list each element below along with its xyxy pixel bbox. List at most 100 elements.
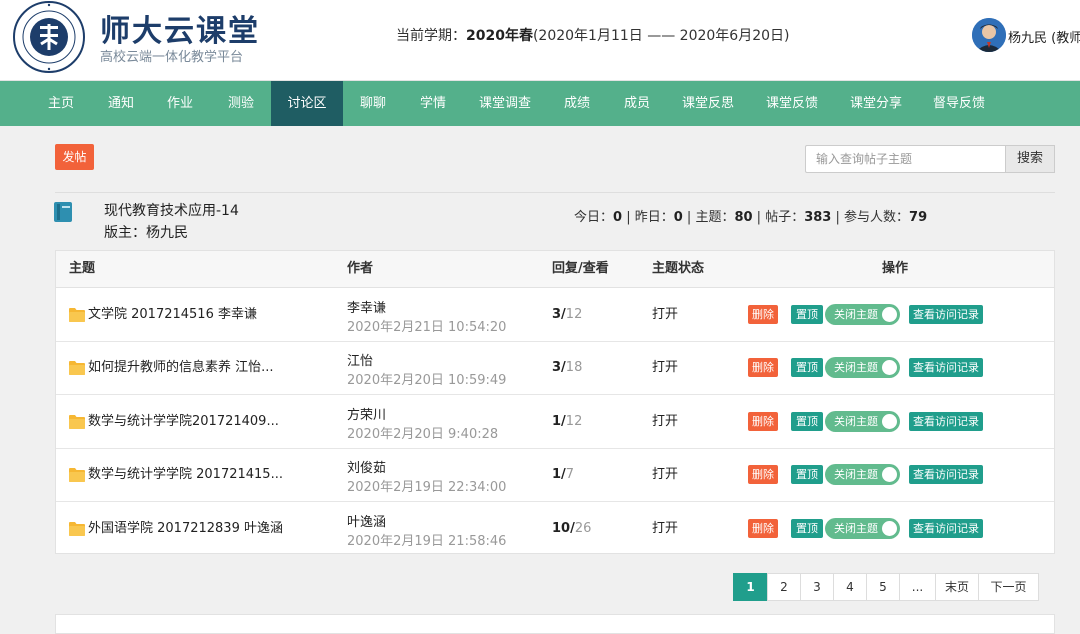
- topic-table: 主题 作者 回复/查看 主题状态 操作 文学院 2017214516 李幸谦 李幸…: [55, 250, 1055, 554]
- topic-status: 打开: [652, 520, 679, 536]
- next-page-button[interactable]: 下一页: [978, 573, 1039, 601]
- nav-notices[interactable]: 通知: [100, 81, 142, 126]
- page-4-button[interactable]: 4: [833, 573, 867, 601]
- delete-button[interactable]: 删除: [748, 358, 778, 378]
- reply-count: 1: [552, 413, 562, 429]
- post-time: 2020年2月19日 21:58:46: [347, 533, 507, 549]
- search-button[interactable]: 搜索: [1005, 145, 1055, 173]
- topic-title-link[interactable]: 文学院 2017214516 李幸谦: [88, 288, 257, 341]
- topic-title-link[interactable]: 如何提升教师的信息素养 江怡...: [88, 341, 274, 394]
- university-seal-logo: [13, 1, 85, 73]
- nav-class-share[interactable]: 课堂分享: [845, 81, 907, 126]
- author-name: 李幸谦: [347, 301, 387, 316]
- header-status: 主题状态: [652, 261, 705, 276]
- pagination: 1 2 3 4 5... 末页 下一页: [733, 573, 1039, 601]
- nav-members[interactable]: 成员: [616, 81, 658, 126]
- pin-button[interactable]: 置顶: [791, 358, 823, 378]
- reply-count: 3: [552, 307, 562, 322]
- topic-status: 打开: [652, 307, 679, 322]
- page-1-button[interactable]: 1: [733, 573, 768, 601]
- forum-moderator: 版主：杨九民: [104, 225, 188, 241]
- close-topic-label: 关闭主题: [834, 414, 878, 428]
- delete-button[interactable]: 删除: [748, 411, 778, 431]
- nav-discussion[interactable]: 讨论区: [271, 81, 343, 126]
- folder-icon: [69, 521, 85, 536]
- current-semester: 当前学期：2020年春(2020年1月11日 —— 2020年6月20日): [396, 25, 790, 45]
- nav-quiz[interactable]: 测验: [220, 81, 262, 126]
- toggle-knob: [882, 467, 897, 483]
- pin-button[interactable]: 置顶: [791, 411, 823, 431]
- nav-learning-status[interactable]: 学情: [412, 81, 454, 126]
- view-access-log-button[interactable]: 查看访问记录: [909, 518, 983, 538]
- forum-stats: 今日：0 | 昨日：0 | 主题：80 | 帖子：383 | 参与人数：79: [574, 206, 927, 225]
- forum-book-icon: [54, 202, 72, 222]
- close-topic-toggle[interactable]: 关闭主题: [825, 464, 900, 486]
- search-input[interactable]: [805, 145, 1005, 173]
- nav-class-feedback[interactable]: 课堂反馈: [761, 81, 823, 126]
- folder-icon: [69, 308, 85, 322]
- user-avatar[interactable]: [972, 18, 1006, 52]
- view-access-log-button[interactable]: 查看访问记录: [909, 305, 983, 324]
- stat-participants: 79: [909, 210, 928, 225]
- topic-status: 打开: [652, 467, 679, 483]
- nav-class-survey[interactable]: 课堂调查: [474, 81, 536, 126]
- stat-yesterday-label: 昨日：: [634, 210, 674, 225]
- page-2-button[interactable]: 2: [767, 573, 801, 601]
- forum-name: 现代教育技术应用-14: [104, 203, 239, 219]
- topic-status: 打开: [652, 360, 679, 376]
- close-topic-label: 关闭主题: [834, 521, 878, 535]
- pin-button[interactable]: 置顶: [791, 518, 823, 538]
- bottom-panel: [55, 614, 1055, 634]
- pin-button[interactable]: 置顶: [791, 465, 823, 485]
- stat-separator: |: [622, 210, 635, 225]
- user-name[interactable]: 杨九民 (教师): [1008, 27, 1080, 46]
- delete-button[interactable]: 删除: [748, 305, 778, 324]
- author-name: 叶逸涵: [347, 514, 387, 530]
- stat-posts: 383: [804, 210, 832, 225]
- reply-view-count: 1/12: [552, 395, 582, 448]
- view-access-log-button[interactable]: 查看访问记录: [909, 358, 983, 378]
- view-access-log-button[interactable]: 查看访问记录: [909, 465, 983, 485]
- view-count: 12: [565, 307, 583, 322]
- new-post-button[interactable]: 发帖: [55, 144, 94, 170]
- delete-button[interactable]: 删除: [748, 518, 778, 538]
- nav-class-reflection[interactable]: 课堂反思: [677, 81, 739, 126]
- last-page-button[interactable]: 末页: [935, 573, 979, 601]
- close-topic-label: 关闭主题: [834, 361, 878, 375]
- pin-button[interactable]: 置顶: [791, 305, 823, 324]
- topic-title-link[interactable]: 数学与统计学学院 201721415...: [88, 448, 283, 501]
- reply-view-count: 3/18: [552, 341, 582, 394]
- nav-grades[interactable]: 成绩: [556, 81, 598, 126]
- page-5-button[interactable]: 5: [866, 573, 900, 601]
- semester-label: 当前学期：: [396, 28, 466, 44]
- reply-count: 1: [552, 467, 562, 483]
- post-time: 2020年2月21日 10:54:20: [347, 320, 507, 335]
- nav-home[interactable]: 主页: [40, 81, 82, 126]
- topic-title-link[interactable]: 数学与统计学学院201721409...: [88, 395, 279, 448]
- nav-chat[interactable]: 聊聊: [352, 81, 394, 126]
- author-name: 刘俊茹: [347, 461, 387, 477]
- brand-subtitle: 高校云端一体化教学平台: [100, 50, 244, 65]
- reply-view-count: 10/26: [552, 502, 591, 555]
- nav-homework[interactable]: 作业: [159, 81, 201, 126]
- folder-icon: [69, 361, 85, 376]
- view-access-log-button[interactable]: 查看访问记录: [909, 411, 983, 431]
- page-3-button[interactable]: 3: [800, 573, 834, 601]
- toggle-knob: [882, 307, 897, 322]
- table-row: 数学与统计学学院 201721415... 刘俊茹 2020年2月19日 22:34…: [56, 448, 1054, 503]
- nav-supervisor-feedback[interactable]: 督导反馈: [928, 81, 990, 126]
- stat-participants-label: 参与人数：: [844, 210, 910, 225]
- post-time: 2020年2月20日 10:59:49: [347, 373, 507, 389]
- topic-title-link[interactable]: 外国语学院 2017212839 叶逸涵: [88, 502, 283, 555]
- close-topic-toggle[interactable]: 关闭主题: [825, 304, 900, 325]
- close-topic-toggle[interactable]: 关闭主题: [825, 357, 900, 379]
- reply-view-count: 3/12: [552, 288, 582, 341]
- close-topic-toggle[interactable]: 关闭主题: [825, 410, 900, 432]
- post-time: 2020年2月20日 9:40:28: [347, 426, 499, 442]
- close-topic-toggle[interactable]: 关闭主题: [825, 517, 900, 539]
- table-row: 外国语学院 2017212839 叶逸涵 叶逸涵 2020年2月19日 21:58:…: [56, 502, 1054, 555]
- reply-view-count: 1/7: [552, 448, 574, 501]
- stat-posts-label: 帖子：: [765, 210, 805, 225]
- delete-button[interactable]: 删除: [748, 465, 778, 485]
- header-topic: 主题: [69, 261, 96, 276]
